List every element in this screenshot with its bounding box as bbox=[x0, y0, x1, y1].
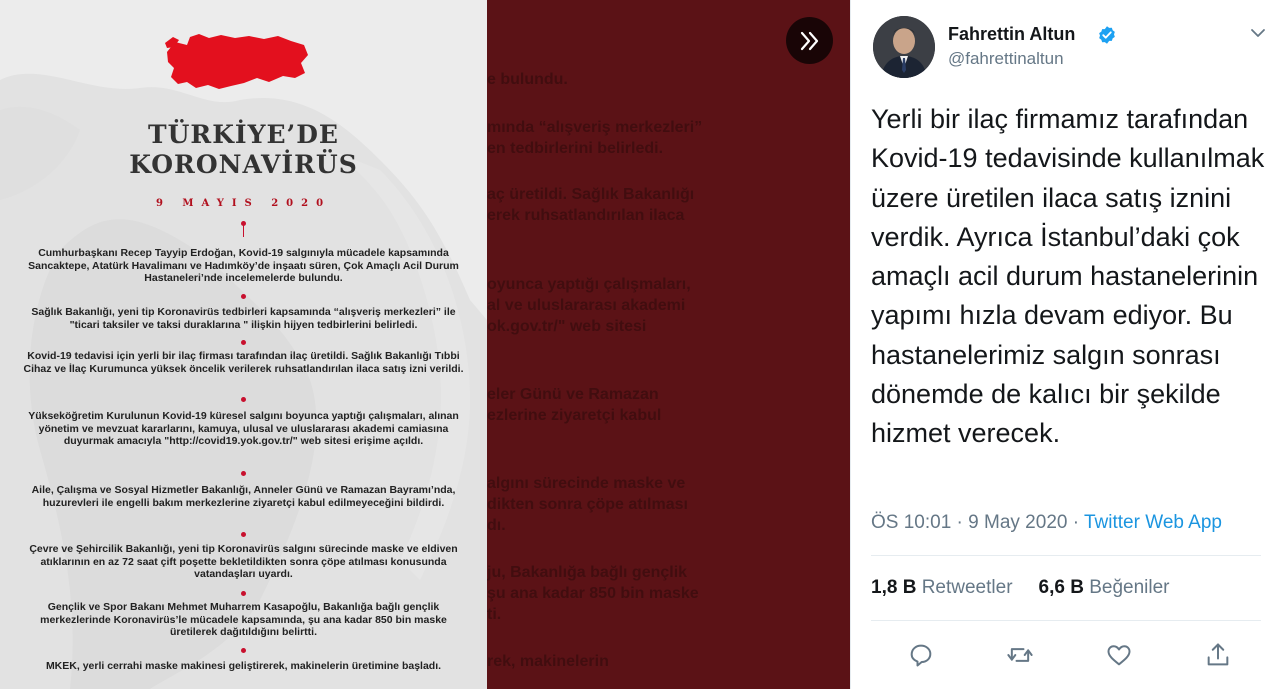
share-icon[interactable] bbox=[1204, 641, 1232, 669]
timeline-dot bbox=[241, 397, 246, 402]
infographic-title-line1: TÜRKİYE’DE bbox=[148, 120, 339, 149]
avatar-portrait bbox=[873, 16, 935, 78]
timeline-dot bbox=[241, 340, 246, 345]
divider bbox=[871, 555, 1261, 556]
ghost-text-line: aç üretildi. Sağlık Bakanlığı bbox=[487, 186, 695, 203]
ghost-text-line: dı. bbox=[487, 517, 506, 534]
like-icon[interactable] bbox=[1105, 641, 1133, 669]
infographic-date: 9 MAYIS 2020 bbox=[155, 198, 332, 209]
timeline-dot bbox=[241, 294, 246, 299]
ghost-text-line: al ve uluslararası akademi bbox=[487, 297, 686, 314]
retweet-icon[interactable] bbox=[1006, 641, 1034, 669]
ghost-text-line: e bulundu. bbox=[487, 71, 568, 88]
retweets-stat[interactable]: 1,8 B Retweetler bbox=[871, 577, 1013, 598]
avatar[interactable] bbox=[873, 16, 935, 78]
ghost-text-line: şu ana kadar 850 bin maske bbox=[487, 585, 699, 602]
turkey-map-icon bbox=[165, 34, 308, 89]
divider bbox=[871, 620, 1261, 621]
infographic-paragraph-4: Yükseköğretim Kurulunun Kovid-19 küresel… bbox=[28, 410, 459, 448]
infographic-paragraph-7: Gençlik ve Spor Bakanı Mehmet Muharrem K… bbox=[40, 601, 447, 639]
author-name[interactable]: Fahrettin Altun bbox=[948, 24, 1075, 45]
ghost-text-line: ti. bbox=[487, 606, 502, 623]
ghost-text-line: erek ruhsatlandırılan ilaca bbox=[487, 207, 685, 224]
ghost-text-line: ju, Bakanlığa bağlı gençlik bbox=[487, 564, 688, 581]
ghost-text-line: mında “alışveriş merkezleri” bbox=[487, 119, 703, 136]
infographic-title-line2: KORONAVİRÜS bbox=[129, 150, 358, 179]
ghost-text-line: ezlerine ziyaretçi kabul bbox=[487, 407, 662, 424]
tweet-source-link[interactable]: Twitter Web App bbox=[1084, 512, 1222, 533]
tweet-panel: Fahrettin Altun @fahrettinaltun Yerli bi… bbox=[850, 0, 1280, 689]
ghost-text-line: rek, makinelerin bbox=[487, 653, 609, 670]
next-image-button[interactable] bbox=[786, 17, 833, 64]
tweet-text: Yerli bir ilaç firmamız tarafından Kovid… bbox=[871, 104, 1265, 449]
timeline-dot bbox=[241, 591, 246, 596]
likes-label: Beğeniler bbox=[1083, 577, 1170, 598]
timeline-dot bbox=[241, 648, 246, 653]
ghost-text-line: oyunca yaptığı çalışmaları, bbox=[487, 276, 691, 293]
chevron-down-icon[interactable] bbox=[1249, 24, 1267, 42]
ghost-text-line: ok.gov.tr/" web sitesi bbox=[487, 318, 647, 335]
timeline-line bbox=[243, 225, 244, 237]
retweets-label: Retweetler bbox=[916, 577, 1013, 598]
verified-badge-icon bbox=[1099, 26, 1115, 44]
tweet-stats: 1,8 B Retweetler 6,6 B Beğeniler bbox=[871, 577, 1170, 599]
ghost-text-line: en tedbirlerini belirledi. bbox=[487, 140, 664, 157]
ghost-text-line: eler Günü ve Ramazan bbox=[487, 386, 659, 403]
dimmed-image-area[interactable]: e bulundu. mında “alışveriş merkezleri” … bbox=[487, 0, 850, 689]
timeline-dot bbox=[241, 532, 246, 537]
infographic-paragraph-2: Sağlık Bakanlığı, yeni tip Koronavirüs t… bbox=[31, 306, 456, 331]
reply-icon[interactable] bbox=[907, 641, 935, 669]
tweet-timestamp[interactable]: ÖS 10:01 · 9 May 2020 · bbox=[871, 512, 1084, 533]
infographic-paragraph-1: Cumhurbaşkanı Recep Tayyip Erdoğan, Kovi… bbox=[28, 247, 459, 285]
infographic-paragraph-5: Aile, Çalışma ve Sosyal Hizmetler Bakanl… bbox=[31, 484, 456, 509]
infographic-paragraph-6: Çevre ve Şehircilik Bakanlığı, yeni tip … bbox=[29, 543, 458, 581]
ghost-text-line: algını sürecinde maske ve bbox=[487, 475, 686, 492]
author-handle[interactable]: @fahrettinaltun bbox=[948, 49, 1064, 69]
likes-count: 6,6 B bbox=[1038, 577, 1084, 598]
infographic-paragraph-3: Kovid-19 tedavisi için yerli bir ilaç fi… bbox=[23, 350, 464, 375]
infographic-paragraph-8: MKEK, yerli cerrahi maske makinesi geliş… bbox=[45, 660, 442, 672]
timeline-dot bbox=[241, 471, 246, 476]
media-viewer: TÜRKİYE’DE KORONAVİRÜS 9 MAYIS 2020 Cumh… bbox=[0, 0, 850, 689]
likes-stat[interactable]: 6,6 B Beğeniler bbox=[1039, 577, 1170, 598]
retweets-count: 1,8 B bbox=[871, 577, 917, 598]
double-chevron-right-icon bbox=[800, 31, 818, 50]
tweet-meta: ÖS 10:01 · 9 May 2020 · Twitter Web App bbox=[871, 512, 1222, 534]
infographic-image: TÜRKİYE’DE KORONAVİRÜS 9 MAYIS 2020 Cumh… bbox=[0, 0, 487, 689]
ghost-text-line: dikten sonra çöpe atılması bbox=[487, 496, 688, 513]
